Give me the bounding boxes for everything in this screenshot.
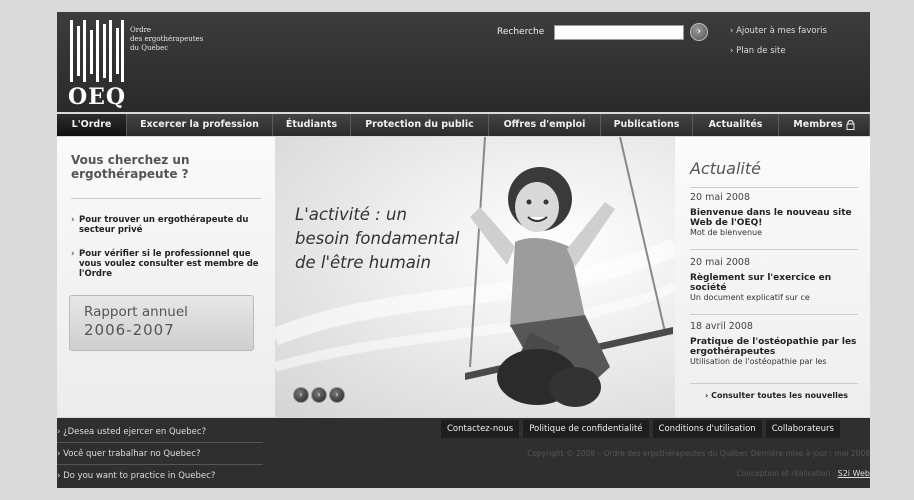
news-headline[interactable]: Bienvenue dans le nouveau site Web de l'… — [690, 208, 858, 228]
chevron-right-icon: › — [71, 215, 75, 225]
logo-text: Ordre des ergothérapeutes du Québec — [130, 26, 220, 53]
divider — [57, 442, 263, 443]
search-input[interactable] — [554, 25, 684, 40]
hero-headline-line: de l'être humain — [295, 253, 431, 272]
nav-item-protection[interactable]: Protection du public — [351, 114, 489, 136]
divider — [690, 187, 858, 188]
news-date: 18 avril 2008 — [690, 321, 753, 332]
page: Ordre des ergothérapeutes du Québec OEQ … — [0, 0, 914, 500]
news-panel: Actualité 20 mai 2008 Bienvenue dans le … — [675, 137, 870, 417]
footer-links: Contactez-nous Politique de confidential… — [441, 420, 840, 438]
main-nav: L'Ordre Excercer la profession Étudiants… — [57, 114, 870, 136]
finder-title: Vous cherchez un ergothérapeute ? — [71, 153, 190, 181]
divider — [71, 198, 261, 199]
logo-line: Ordre — [130, 26, 152, 34]
logo-bars-icon — [68, 20, 124, 82]
news-date: 20 mai 2008 — [690, 257, 751, 268]
logo-line: du Québec — [130, 44, 169, 52]
find-private-ergo-link[interactable]: › Pour trouver un ergothérapeute du sect… — [71, 215, 261, 235]
hero-pager: › › › — [293, 387, 345, 403]
annual-report-years: 2006-2007 — [84, 321, 175, 339]
search-label: Recherche — [497, 27, 545, 37]
english-link[interactable]: › Do you want to practice in Quebec? — [57, 471, 215, 481]
news-item[interactable]: 20 mai 2008 Bienvenue dans le nouveau si… — [690, 192, 858, 238]
news-item[interactable]: 20 mai 2008 Règlement sur l'exercice en … — [690, 257, 858, 303]
divider — [690, 383, 858, 384]
news-summary: Mot de bienvenue — [690, 228, 763, 237]
credits-link[interactable]: S2i Web — [838, 469, 870, 478]
hero-headline-line: besoin fondamental — [295, 229, 460, 248]
nav-item-membres[interactable]: Membres — [779, 114, 870, 136]
news-headline[interactable]: Pratique de l'ostéopathie par les ergoth… — [690, 337, 858, 357]
annual-report-button[interactable]: Rapport annuel 2006-2007 — [69, 295, 254, 351]
news-title: Actualité — [690, 159, 761, 178]
hero-swing-illustration — [275, 137, 675, 407]
nav-item-publications[interactable]: Publications — [601, 114, 693, 136]
search-submit-button[interactable]: › — [690, 23, 708, 41]
chevron-right-icon: › — [71, 249, 75, 259]
divider — [690, 249, 858, 250]
all-news-link[interactable]: › Consulter toutes les nouvelles — [705, 391, 848, 400]
logo-line: des ergothérapeutes — [130, 35, 204, 43]
credits-label: Conception et réalisation : — [736, 469, 838, 478]
annual-report-title: Rapport annuel — [84, 304, 188, 320]
hero-slide-3-button[interactable]: › — [329, 387, 345, 403]
nav-item-ordre[interactable]: L'Ordre — [57, 114, 127, 136]
news-item[interactable]: 18 avril 2008 Pratique de l'ostéopathie … — [690, 321, 858, 367]
terms-link[interactable]: Conditions d'utilisation — [652, 420, 762, 438]
hero-slide-2-button[interactable]: › — [311, 387, 327, 403]
collaborators-link[interactable]: Collaborateurs — [765, 420, 840, 438]
copyright-text: Copyright © 2008 – Ordre des ergothérape… — [527, 449, 870, 458]
header: Ordre des ergothérapeutes du Québec OEQ … — [57, 12, 870, 112]
finder-panel: Vous cherchez un ergothérapeute ? › Pour… — [57, 137, 275, 417]
nav-item-actualites[interactable]: Actualités — [693, 114, 779, 136]
footer: › ¿Desea usted ejercer en Quebec? › Você… — [57, 418, 870, 488]
portuguese-link[interactable]: › Você quer trabalhar no Quebec? — [57, 449, 200, 459]
hero-headline: L'activité : un besoin fondamental de l'… — [295, 203, 495, 275]
main-content: Vous cherchez un ergothérapeute ? › Pour… — [57, 137, 870, 417]
spanish-link[interactable]: › ¿Desea usted ejercer en Quebec? — [57, 427, 206, 437]
credits: Conception et réalisation : S2i Web — [736, 469, 870, 478]
news-summary: Utilisation de l'ostéopathie par les — [690, 357, 827, 366]
logo-acronym: OEQ — [68, 84, 127, 110]
find-private-ergo-label: Pour trouver un ergothérapeute du secteu… — [79, 215, 249, 235]
contact-link[interactable]: Contactez-nous — [441, 420, 520, 438]
hero-banner[interactable]: L'activité : un besoin fondamental de l'… — [275, 137, 675, 417]
divider — [690, 314, 858, 315]
nav-item-etudiants[interactable]: Étudiants — [273, 114, 351, 136]
divider — [57, 464, 263, 465]
verify-member-link[interactable]: › Pour vérifier si le professionnel que … — [71, 249, 261, 279]
nav-item-offres[interactable]: Offres d'emploi — [489, 114, 601, 136]
hero-slide-1-button[interactable]: › — [293, 387, 309, 403]
hero-headline-line: L'activité : un — [295, 205, 407, 224]
news-headline[interactable]: Règlement sur l'exercice en société — [690, 273, 858, 293]
nav-item-membres-label: Membres — [793, 119, 843, 130]
verify-member-label: Pour vérifier si le professionnel que vo… — [79, 249, 259, 279]
lock-icon — [846, 120, 855, 130]
site-map-link[interactable]: › Plan de site — [730, 46, 786, 56]
news-date: 20 mai 2008 — [690, 192, 751, 203]
nav-item-exercer[interactable]: Excercer la profession — [127, 114, 273, 136]
oeq-logo[interactable]: Ordre des ergothérapeutes du Québec OEQ — [68, 20, 203, 110]
all-news-label: Consulter toutes les nouvelles — [711, 391, 849, 400]
add-favorites-link[interactable]: › Ajouter à mes favoris — [730, 26, 827, 36]
privacy-link[interactable]: Politique de confidentialité — [523, 420, 649, 438]
news-summary: Un document explicatif sur ce — [690, 293, 810, 302]
